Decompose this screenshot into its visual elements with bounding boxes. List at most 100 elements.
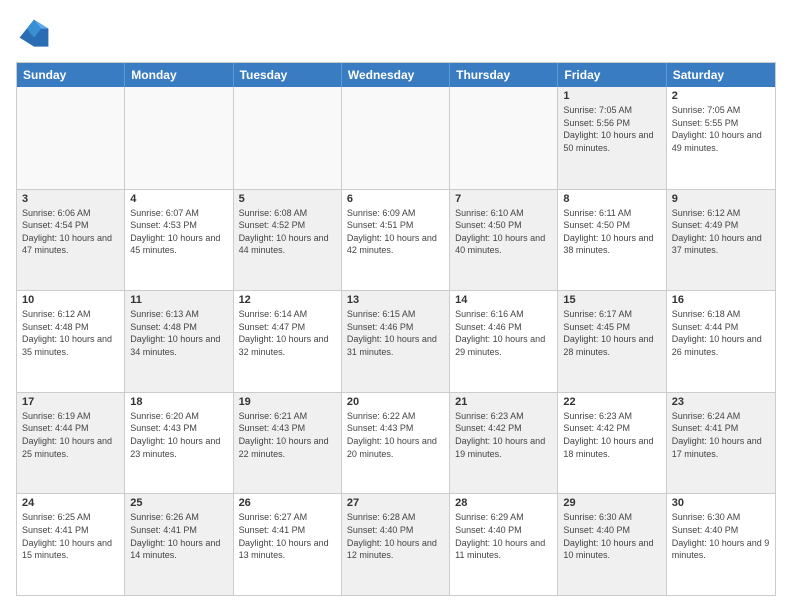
calendar-row-3: 17 Sunrise: 6:19 AMSunset: 4:44 PMDayligh… — [17, 392, 775, 494]
day-info: Sunrise: 6:30 AMSunset: 4:40 PMDaylight:… — [672, 511, 770, 561]
day-number: 9 — [672, 193, 770, 205]
calendar-cell-2-1: 11Sunrise: 6:13 AMSunset: 4:48 PMDayligh… — [125, 291, 233, 392]
day-number: 21 — [455, 396, 552, 408]
calendar-cell-3-3: 20Sunrise: 6:22 AMSunset: 4:43 PMDayligh… — [342, 393, 450, 494]
day-number: 16 — [672, 294, 770, 306]
calendar-cell-3-2: 19 Sunrise: 6:21 AMSunset: 4:43 PMDayligh… — [234, 393, 342, 494]
day-number: 24 — [22, 497, 119, 509]
day-info: Sunrise: 6:20 AMSunset: 4:43 PMDaylight:… — [130, 410, 227, 460]
calendar-cell-3-0: 17 Sunrise: 6:19 AMSunset: 4:44 PMDayligh… — [17, 393, 125, 494]
calendar-cell-1-3: 6 Sunrise: 6:09 AMSunset: 4:51 PMDaylight… — [342, 190, 450, 291]
calendar-row-1: 3 Sunrise: 6:06 AMSunset: 4:54 PMDaylight… — [17, 189, 775, 291]
calendar-cell-1-0: 3 Sunrise: 6:06 AMSunset: 4:54 PMDaylight… — [17, 190, 125, 291]
header-cell-thursday: Thursday — [450, 63, 558, 87]
logo-icon — [16, 16, 52, 52]
day-info: Sunrise: 6:23 AMSunset: 4:42 PMDaylight:… — [563, 410, 660, 460]
calendar-cell-4-1: 25Sunrise: 6:26 AMSunset: 4:41 PMDayligh… — [125, 494, 233, 595]
calendar-cell-3-6: 23Sunrise: 6:24 AMSunset: 4:41 PMDayligh… — [667, 393, 775, 494]
day-number: 5 — [239, 193, 336, 205]
calendar-row-2: 10 Sunrise: 6:12 AMSunset: 4:48 PMDayligh… — [17, 290, 775, 392]
header-cell-friday: Friday — [558, 63, 666, 87]
day-info: Sunrise: 6:11 AMSunset: 4:50 PMDaylight:… — [563, 207, 660, 257]
day-info: Sunrise: 7:05 AMSunset: 5:56 PMDaylight:… — [563, 104, 660, 154]
day-number: 30 — [672, 497, 770, 509]
day-number: 18 — [130, 396, 227, 408]
day-number: 1 — [563, 90, 660, 102]
day-number: 7 — [455, 193, 552, 205]
day-info: Sunrise: 6:07 AMSunset: 4:53 PMDaylight:… — [130, 207, 227, 257]
calendar-cell-4-5: 29 Sunrise: 6:30 AMSunset: 4:40 PMDayligh… — [558, 494, 666, 595]
calendar-cell-0-5: 1 Sunrise: 7:05 AMSunset: 5:56 PMDaylight… — [558, 87, 666, 189]
day-info: Sunrise: 6:23 AMSunset: 4:42 PMDaylight:… — [455, 410, 552, 460]
day-number: 2 — [672, 90, 770, 102]
header-cell-wednesday: Wednesday — [342, 63, 450, 87]
day-info: Sunrise: 6:08 AMSunset: 4:52 PMDaylight:… — [239, 207, 336, 257]
day-info: Sunrise: 6:28 AMSunset: 4:40 PMDaylight:… — [347, 511, 444, 561]
day-info: Sunrise: 6:21 AMSunset: 4:43 PMDaylight:… — [239, 410, 336, 460]
calendar-cell-1-4: 7 Sunrise: 6:10 AMSunset: 4:50 PMDaylight… — [450, 190, 558, 291]
day-number: 17 — [22, 396, 119, 408]
calendar-cell-0-1 — [125, 87, 233, 189]
header-cell-saturday: Saturday — [667, 63, 775, 87]
day-number: 14 — [455, 294, 552, 306]
day-number: 13 — [347, 294, 444, 306]
calendar-cell-0-2 — [234, 87, 342, 189]
calendar-cell-4-2: 26 Sunrise: 6:27 AMSunset: 4:41 PMDayligh… — [234, 494, 342, 595]
day-number: 8 — [563, 193, 660, 205]
calendar-cell-3-5: 22 Sunrise: 6:23 AMSunset: 4:42 PMDayligh… — [558, 393, 666, 494]
day-number: 29 — [563, 497, 660, 509]
calendar-cell-2-0: 10 Sunrise: 6:12 AMSunset: 4:48 PMDayligh… — [17, 291, 125, 392]
day-info: Sunrise: 6:26 AMSunset: 4:41 PMDaylight:… — [130, 511, 227, 561]
day-number: 15 — [563, 294, 660, 306]
calendar-cell-2-5: 15Sunrise: 6:17 AMSunset: 4:45 PMDayligh… — [558, 291, 666, 392]
day-number: 26 — [239, 497, 336, 509]
day-info: Sunrise: 6:10 AMSunset: 4:50 PMDaylight:… — [455, 207, 552, 257]
day-number: 6 — [347, 193, 444, 205]
page: SundayMondayTuesdayWednesdayThursdayFrid… — [0, 0, 792, 612]
logo — [16, 16, 56, 52]
day-number: 20 — [347, 396, 444, 408]
day-number: 27 — [347, 497, 444, 509]
day-number: 23 — [672, 396, 770, 408]
header-cell-monday: Monday — [125, 63, 233, 87]
day-number: 28 — [455, 497, 552, 509]
header-cell-sunday: Sunday — [17, 63, 125, 87]
day-info: Sunrise: 6:29 AMSunset: 4:40 PMDaylight:… — [455, 511, 552, 561]
day-info: Sunrise: 6:12 AMSunset: 4:48 PMDaylight:… — [22, 308, 119, 358]
day-info: Sunrise: 6:14 AMSunset: 4:47 PMDaylight:… — [239, 308, 336, 358]
day-info: Sunrise: 6:06 AMSunset: 4:54 PMDaylight:… — [22, 207, 119, 257]
day-number: 4 — [130, 193, 227, 205]
day-number: 22 — [563, 396, 660, 408]
day-info: Sunrise: 6:27 AMSunset: 4:41 PMDaylight:… — [239, 511, 336, 561]
calendar-cell-0-6: 2Sunrise: 7:05 AMSunset: 5:55 PMDaylight… — [667, 87, 775, 189]
calendar-cell-4-4: 28 Sunrise: 6:29 AMSunset: 4:40 PMDayligh… — [450, 494, 558, 595]
day-info: Sunrise: 6:30 AMSunset: 4:40 PMDaylight:… — [563, 511, 660, 561]
calendar-cell-0-3 — [342, 87, 450, 189]
day-info: Sunrise: 6:09 AMSunset: 4:51 PMDaylight:… — [347, 207, 444, 257]
day-number: 3 — [22, 193, 119, 205]
calendar-cell-1-1: 4 Sunrise: 6:07 AMSunset: 4:53 PMDaylight… — [125, 190, 233, 291]
header-cell-tuesday: Tuesday — [234, 63, 342, 87]
day-info: Sunrise: 6:15 AMSunset: 4:46 PMDaylight:… — [347, 308, 444, 358]
day-info: Sunrise: 6:19 AMSunset: 4:44 PMDaylight:… — [22, 410, 119, 460]
calendar-cell-1-6: 9 Sunrise: 6:12 AMSunset: 4:49 PMDaylight… — [667, 190, 775, 291]
calendar-cell-2-4: 14Sunrise: 6:16 AMSunset: 4:46 PMDayligh… — [450, 291, 558, 392]
calendar-cell-3-4: 21 Sunrise: 6:23 AMSunset: 4:42 PMDayligh… — [450, 393, 558, 494]
calendar-row-4: 24 Sunrise: 6:25 AMSunset: 4:41 PMDayligh… — [17, 493, 775, 595]
calendar-cell-4-3: 27 Sunrise: 6:28 AMSunset: 4:40 PMDayligh… — [342, 494, 450, 595]
day-number: 10 — [22, 294, 119, 306]
calendar-cell-1-2: 5 Sunrise: 6:08 AMSunset: 4:52 PMDaylight… — [234, 190, 342, 291]
day-info: Sunrise: 6:18 AMSunset: 4:44 PMDaylight:… — [672, 308, 770, 358]
calendar-cell-2-2: 12Sunrise: 6:14 AMSunset: 4:47 PMDayligh… — [234, 291, 342, 392]
calendar-cell-2-6: 16 Sunrise: 6:18 AMSunset: 4:44 PMDayligh… — [667, 291, 775, 392]
day-info: Sunrise: 6:12 AMSunset: 4:49 PMDaylight:… — [672, 207, 770, 257]
day-number: 19 — [239, 396, 336, 408]
calendar-cell-1-5: 8 Sunrise: 6:11 AMSunset: 4:50 PMDaylight… — [558, 190, 666, 291]
header — [16, 16, 776, 52]
day-info: Sunrise: 6:25 AMSunset: 4:41 PMDaylight:… — [22, 511, 119, 561]
day-number: 11 — [130, 294, 227, 306]
calendar-body: 1 Sunrise: 7:05 AMSunset: 5:56 PMDaylight… — [17, 87, 775, 595]
calendar-cell-4-6: 30 Sunrise: 6:30 AMSunset: 4:40 PMDayligh… — [667, 494, 775, 595]
calendar-header: SundayMondayTuesdayWednesdayThursdayFrid… — [17, 63, 775, 87]
calendar-cell-2-3: 13 Sunrise: 6:15 AMSunset: 4:46 PMDayligh… — [342, 291, 450, 392]
